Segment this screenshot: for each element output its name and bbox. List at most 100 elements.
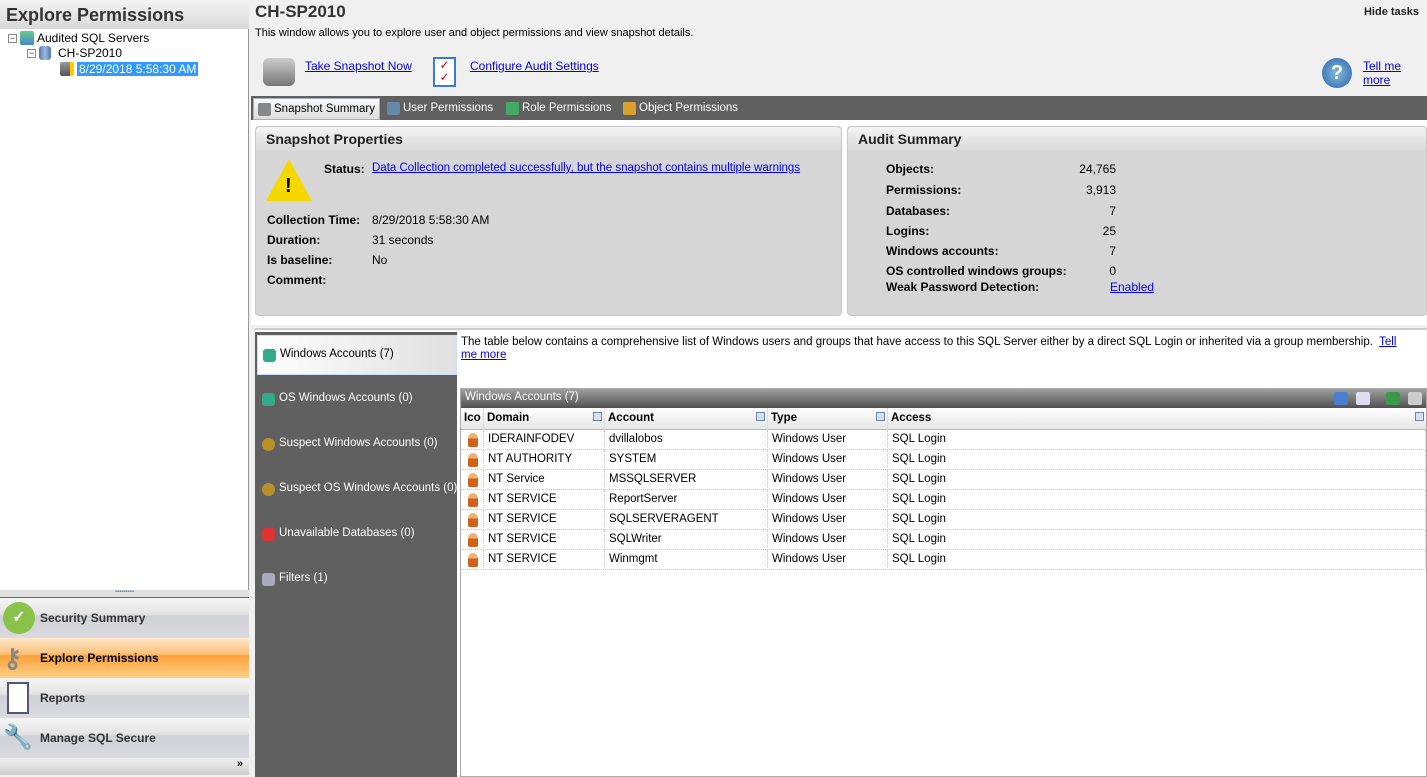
- category-unavailable-databases[interactable]: Unavailable Databases (0): [257, 515, 457, 555]
- category-suspect-windows-accounts[interactable]: Suspect Windows Accounts (0): [257, 425, 457, 465]
- tree-node-server[interactable]: − CH-SP2010: [27, 46, 122, 60]
- type-cell: Windows User: [768, 530, 888, 550]
- question-icon: [262, 483, 275, 496]
- account-cell: SQLSERVERAGENT: [605, 510, 768, 530]
- nav-manage-sql-secure[interactable]: 🔧 Manage SQL Secure: [0, 718, 249, 758]
- column-header-account[interactable]: Account: [605, 408, 768, 430]
- tree-node-snapshot[interactable]: 8/29/2018 5:58:30 AM: [60, 62, 199, 76]
- databases-value: 7: [1109, 204, 1116, 218]
- table-row[interactable]: NT SERVICE Winmgmt Windows User SQL Login: [461, 550, 1426, 570]
- domain-cell: NT SERVICE: [484, 490, 605, 510]
- windows-user-icon: [468, 473, 478, 487]
- access-cell: SQL Login: [888, 450, 1426, 470]
- export-excel-icon[interactable]: [1386, 392, 1400, 405]
- access-cell: SQL Login: [888, 430, 1426, 450]
- filter-icon[interactable]: [593, 412, 602, 421]
- database-error-icon: [262, 528, 275, 541]
- shield-check-icon: ✓: [3, 602, 35, 634]
- ico-cell: [461, 450, 484, 470]
- ico-cell: [461, 430, 484, 450]
- tab-label: Role Permissions: [522, 102, 612, 114]
- duration-value: 31 seconds: [372, 233, 434, 247]
- tell-me-more-link[interactable]: Tell me more: [1363, 59, 1427, 87]
- group-by-icon[interactable]: [1334, 392, 1348, 405]
- windows-user-icon: [468, 513, 478, 527]
- category-list: Windows Accounts (7) OS Windows Accounts…: [255, 332, 457, 777]
- columns-icon[interactable]: [1356, 392, 1370, 405]
- tab-user-permissions[interactable]: User Permissions: [383, 98, 497, 120]
- hide-tasks-button[interactable]: Hide tasks: [1364, 6, 1419, 18]
- filter-icon[interactable]: [876, 412, 885, 421]
- table-row[interactable]: NT Service MSSQLSERVER Windows User SQL Log…: [461, 470, 1426, 490]
- field-label: Comment:: [267, 273, 327, 287]
- collapse-icon[interactable]: −: [27, 48, 36, 58]
- nav-reports[interactable]: Reports: [0, 678, 249, 718]
- collapse-icon[interactable]: −: [8, 33, 17, 43]
- snapshot-properties-panel: Snapshot Properties ! Status: Data Colle…: [255, 126, 842, 316]
- panel-splitter[interactable]: ▪▪▪▪▪▪▪▪▪: [0, 589, 249, 598]
- nav-label: Reports: [40, 691, 86, 705]
- help-icon[interactable]: ?: [1322, 58, 1352, 88]
- tab-object-permissions[interactable]: Object Permissions: [619, 98, 742, 120]
- domain-cell: NT SERVICE: [484, 530, 605, 550]
- snapshot-warning-icon: [60, 62, 74, 76]
- print-icon[interactable]: [1408, 392, 1422, 405]
- object-permissions-icon: [623, 102, 636, 115]
- tab-role-permissions[interactable]: Role Permissions: [502, 98, 615, 120]
- category-filters[interactable]: Filters (1): [257, 560, 457, 600]
- column-header-type[interactable]: Type: [768, 408, 888, 430]
- column-label: Domain: [487, 412, 530, 424]
- role-permissions-icon: [506, 102, 519, 115]
- nav-label: Manage SQL Secure: [40, 731, 156, 745]
- category-suspect-os-windows-accounts[interactable]: Suspect OS Windows Accounts (0): [257, 470, 457, 510]
- table-row[interactable]: IDERAINFODEV dvillalobos Windows User SQL L…: [461, 430, 1426, 450]
- database-icon: [39, 46, 51, 60]
- table-row[interactable]: NT SERVICE SQLSERVERAGENT Windows User SQL …: [461, 510, 1426, 530]
- field-label: Permissions:: [886, 183, 962, 197]
- tab-snapshot-summary[interactable]: Snapshot Summary: [253, 98, 380, 120]
- tree-label: Audited SQL Servers: [37, 31, 150, 45]
- field-label: Objects:: [886, 162, 935, 176]
- page-title: CH-SP2010: [255, 2, 346, 21]
- column-header-ico[interactable]: Ico: [461, 408, 484, 430]
- category-os-windows-accounts[interactable]: OS Windows Accounts (0): [257, 380, 457, 420]
- ico-cell: [461, 550, 484, 570]
- table-row[interactable]: NT AUTHORITY SYSTEM Windows User SQL Login: [461, 450, 1426, 470]
- category-label: Suspect OS Windows Accounts (0): [279, 482, 458, 494]
- status-label: Status:: [324, 162, 365, 176]
- nav-explore-permissions[interactable]: ⚷ Explore Permissions: [0, 638, 249, 678]
- checklist-icon: ✓ ✓: [433, 57, 456, 87]
- nav-more-button[interactable]: »: [0, 758, 249, 775]
- filter-icon[interactable]: [756, 412, 765, 421]
- ico-cell: [461, 490, 484, 510]
- category-label: OS Windows Accounts (0): [279, 392, 413, 404]
- table-row[interactable]: NT SERVICE SQLWriter Windows User SQL Login: [461, 530, 1426, 550]
- field-label: Databases:: [886, 204, 951, 218]
- field-label: Weak Password Detection:: [886, 280, 1040, 294]
- os-groups-value: 0: [1109, 264, 1116, 278]
- field-label: Collection Time:: [267, 213, 361, 227]
- tab-bar: Snapshot Summary User Permissions Role P…: [251, 96, 1427, 120]
- grid-header: Ico Domain Account Type Access: [461, 408, 1426, 430]
- camera-icon: [258, 103, 271, 116]
- tree-node-audited-servers[interactable]: − Audited SQL Servers: [8, 31, 149, 45]
- configure-audit-link[interactable]: Configure Audit Settings: [470, 59, 599, 73]
- status-link[interactable]: Data Collection completed successfully, …: [372, 162, 800, 174]
- category-label: Suspect Windows Accounts (0): [279, 437, 438, 449]
- category-windows-accounts[interactable]: Windows Accounts (7): [257, 335, 457, 375]
- column-label: Access: [891, 412, 932, 424]
- take-snapshot-link[interactable]: Take Snapshot Now: [305, 59, 412, 73]
- field-label: Windows accounts:: [886, 244, 999, 258]
- panel-title: Audit Summary: [848, 127, 1426, 151]
- tab-label: User Permissions: [403, 102, 494, 114]
- tree-label: CH-SP2010: [58, 46, 123, 60]
- tree-label: 8/29/2018 5:58:30 AM: [77, 62, 199, 76]
- left-panel-title: Explore Permissions: [0, 0, 249, 29]
- windows-accounts-value: 7: [1109, 244, 1116, 258]
- nav-security-summary[interactable]: ✓ Security Summary: [0, 598, 249, 638]
- filter-icon[interactable]: [1415, 412, 1424, 421]
- column-header-domain[interactable]: Domain: [484, 408, 605, 430]
- column-header-access[interactable]: Access: [888, 408, 1426, 430]
- weak-password-link[interactable]: Enabled: [1110, 280, 1154, 294]
- table-row[interactable]: NT SERVICE ReportServer Windows User SQL Lo…: [461, 490, 1426, 510]
